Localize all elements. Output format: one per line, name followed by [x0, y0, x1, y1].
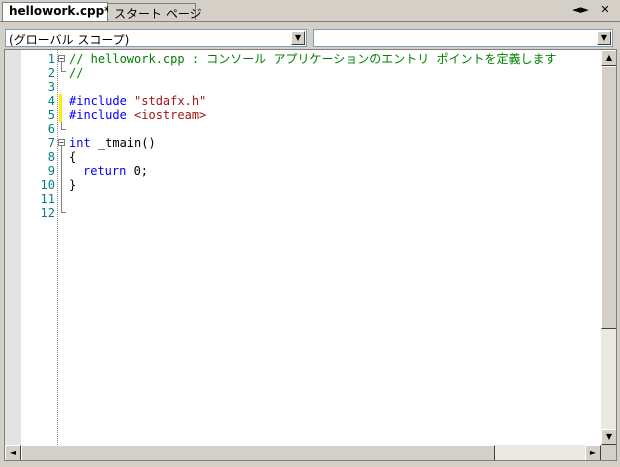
- tab-scroll-arrows-icon[interactable]: ◄►: [572, 3, 589, 17]
- member-dropdown[interactable]: ▼: [313, 29, 613, 47]
- scroll-right-icon[interactable]: ►: [585, 445, 601, 460]
- code-line: //: [69, 66, 83, 80]
- line-number: 3: [47, 80, 55, 94]
- code-line: // hellowork.cpp : コンソール アプリケーションのエントリ ポ…: [69, 52, 556, 66]
- code-editor[interactable]: 1 2 3 4 5 6 7 8 9 10 11 12 − − // hellow…: [4, 49, 617, 461]
- code-line: return 0;: [83, 164, 148, 178]
- document-tab-strip: hellowork.cpp* スタート ページ ◄► ✕: [0, 0, 620, 21]
- tab-label: スタート ページ: [114, 7, 202, 21]
- comment-text: //: [69, 66, 84, 80]
- type-keyword: int: [69, 136, 91, 150]
- return-value: 0;: [126, 164, 149, 178]
- chevron-down-icon[interactable]: ▼: [597, 31, 611, 45]
- line-number: 6: [47, 122, 55, 136]
- include-string: <iostream>: [134, 108, 207, 122]
- return-keyword: return: [83, 164, 127, 178]
- line-number: 4: [47, 94, 55, 108]
- line-number: 1: [47, 52, 55, 66]
- scroll-up-icon[interactable]: ▲: [601, 50, 616, 66]
- horizontal-scrollbar[interactable]: ◄ ►: [5, 445, 601, 460]
- vertical-scrollbar[interactable]: ▲ ▼: [601, 50, 616, 445]
- close-brace: }: [69, 178, 77, 192]
- code-line: #include "stdafx.h": [69, 94, 206, 108]
- selection-margin[interactable]: [5, 50, 21, 445]
- horizontal-scroll-thumb[interactable]: [21, 445, 495, 460]
- chevron-down-icon[interactable]: ▼: [291, 31, 305, 45]
- line-number: 12: [40, 206, 55, 220]
- line-number: 2: [47, 66, 55, 80]
- include-string: "stdafx.h": [134, 94, 207, 108]
- line-number: 7: [47, 136, 55, 150]
- line-number: 11: [40, 192, 55, 206]
- preprocessor-keyword: #include: [69, 94, 127, 108]
- navigation-bar: (グローバル スコープ) ▼ ▼: [0, 21, 620, 50]
- tab-start-page[interactable]: スタート ページ: [108, 3, 202, 21]
- line-number: 5: [47, 108, 55, 122]
- comment-text: // hellowork.cpp : コンソール アプリケーションのエントリ ポ…: [69, 52, 557, 66]
- scope-dropdown[interactable]: (グローバル スコープ) ▼: [5, 29, 307, 47]
- code-line: {: [69, 150, 76, 164]
- code-line: }: [69, 178, 76, 192]
- open-brace: {: [69, 150, 77, 164]
- line-number: 8: [47, 150, 55, 164]
- close-icon[interactable]: ✕: [598, 3, 612, 17]
- line-number-gutter: 1 2 3 4 5 6 7 8 9 10 11 12: [21, 50, 57, 445]
- scroll-down-icon[interactable]: ▼: [601, 429, 616, 445]
- vertical-scroll-thumb[interactable]: [601, 66, 616, 329]
- code-line: int _tmain(): [69, 136, 156, 150]
- tab-hellowork-cpp[interactable]: hellowork.cpp*: [2, 2, 111, 21]
- margin-guide: [57, 50, 58, 445]
- function-signature: _tmain(): [90, 136, 156, 150]
- tab-label: hellowork.cpp*: [9, 4, 111, 18]
- scroll-left-icon[interactable]: ◄: [5, 445, 21, 460]
- scope-dropdown-value: (グローバル スコープ): [9, 33, 130, 47]
- line-number: 10: [40, 178, 55, 192]
- line-number: 9: [47, 164, 55, 178]
- preprocessor-keyword: #include: [69, 108, 127, 122]
- code-line: #include <iostream>: [69, 108, 206, 122]
- scrollbar-corner: [601, 445, 616, 460]
- code-text-area[interactable]: // hellowork.cpp : コンソール アプリケーションのエントリ ポ…: [57, 50, 601, 445]
